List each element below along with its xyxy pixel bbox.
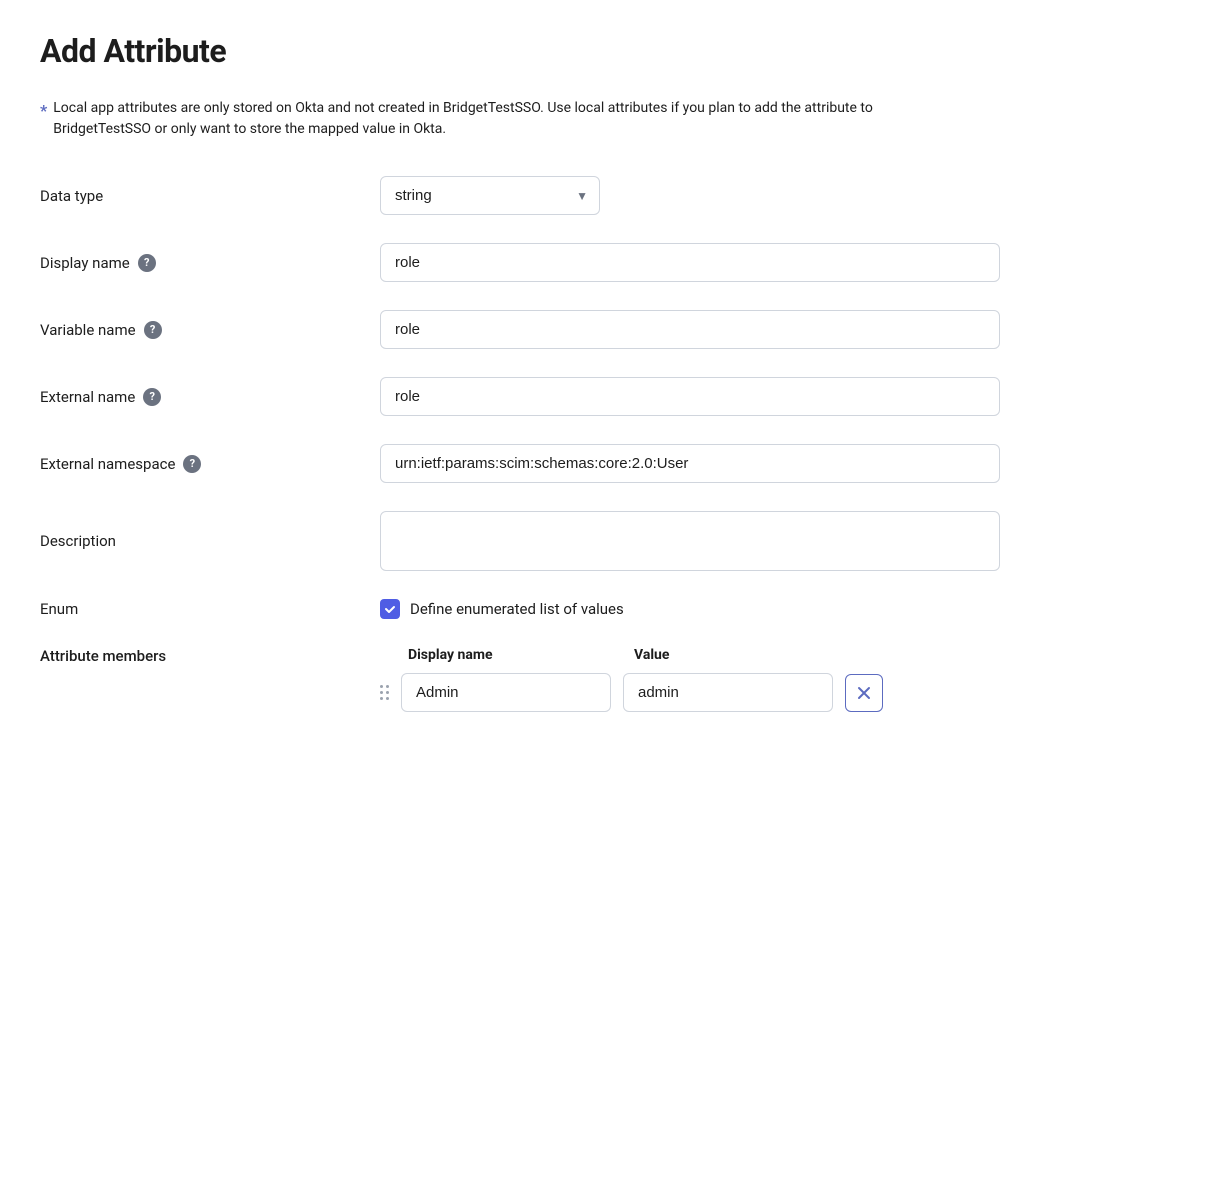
display-name-control (380, 243, 1000, 282)
display-name-help-icon[interactable]: ? (138, 254, 156, 272)
enum-row: Enum Define enumerated list of values (40, 599, 1166, 619)
external-namespace-label: External namespace ? (40, 455, 360, 473)
enum-checkbox-label: Define enumerated list of values (410, 600, 624, 618)
description-input[interactable] (380, 511, 1000, 571)
info-banner-text: Local app attributes are only stored on … (53, 98, 940, 140)
data-type-control: string integer number boolean array ▼ (380, 176, 1000, 215)
external-namespace-input[interactable] (380, 444, 1000, 483)
external-namespace-control (380, 444, 1000, 483)
page-title: Add Attribute (40, 32, 1166, 70)
description-label: Description (40, 532, 360, 550)
members-column-headers: Display name Value (380, 647, 1080, 663)
asterisk-icon: * (40, 99, 47, 123)
external-name-label: External name ? (40, 388, 360, 406)
attribute-members-content: Display name Value (380, 647, 1080, 712)
external-name-help-icon[interactable]: ? (143, 388, 161, 406)
variable-name-help-icon[interactable]: ? (144, 321, 162, 339)
data-type-row: Data type string integer number boolean … (40, 176, 1166, 215)
data-type-label: Data type (40, 187, 360, 205)
display-name-label: Display name ? (40, 254, 360, 272)
close-icon (857, 686, 871, 700)
table-row (380, 673, 1080, 712)
member-value-input[interactable] (623, 673, 833, 712)
variable-name-label: Variable name ? (40, 321, 360, 339)
variable-name-input[interactable] (380, 310, 1000, 349)
external-namespace-help-icon[interactable]: ? (183, 455, 201, 473)
enum-label: Enum (40, 600, 360, 618)
attribute-members-label: Attribute members (40, 647, 360, 665)
delete-member-button[interactable] (845, 674, 883, 712)
description-row: Description (40, 511, 1166, 571)
data-type-select-wrapper: string integer number boolean array ▼ (380, 176, 600, 215)
enum-control: Define enumerated list of values (380, 599, 1000, 619)
drag-handle-icon[interactable] (380, 685, 389, 700)
enum-checkbox[interactable] (380, 599, 400, 619)
enum-checkbox-wrapper[interactable]: Define enumerated list of values (380, 599, 1000, 619)
display-name-row: Display name ? (40, 243, 1166, 282)
info-banner: * Local app attributes are only stored o… (40, 98, 940, 140)
external-namespace-row: External namespace ? (40, 444, 1166, 483)
variable-name-row: Variable name ? (40, 310, 1166, 349)
col-header-value: Value (634, 647, 669, 663)
description-control (380, 511, 1000, 571)
external-name-row: External name ? (40, 377, 1166, 416)
member-display-name-input[interactable] (401, 673, 611, 712)
data-type-select[interactable]: string integer number boolean array (380, 176, 600, 215)
attribute-members-row: Attribute members Display name Value (40, 647, 1166, 712)
external-name-input[interactable] (380, 377, 1000, 416)
external-name-control (380, 377, 1000, 416)
col-header-display: Display name (408, 647, 618, 663)
variable-name-control (380, 310, 1000, 349)
display-name-input[interactable] (380, 243, 1000, 282)
